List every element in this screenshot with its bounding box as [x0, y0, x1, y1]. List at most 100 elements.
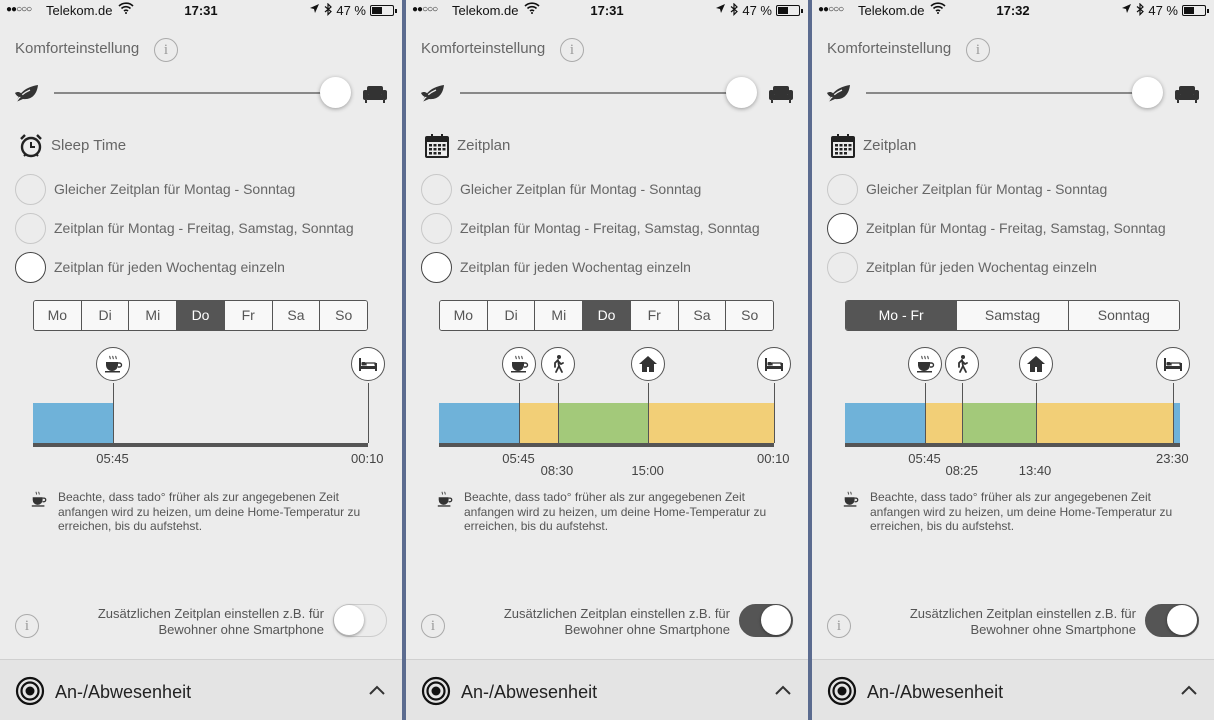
radio-button[interactable] [827, 252, 858, 283]
comfort-slider-thumb[interactable] [320, 77, 351, 108]
bluetooth-icon [730, 2, 738, 19]
schedule-option-label: Gleicher Zeitplan für Montag - Sonntag [460, 181, 702, 197]
schedule-option[interactable]: Zeitplan für jeden Wochentag einzeln [15, 252, 395, 284]
timeline-baseline [439, 443, 774, 447]
day-selector[interactable]: Mo Di Mi Do Fr Sa So [33, 300, 368, 331]
pin-stem [962, 383, 964, 403]
additional-schedule-toggle[interactable] [739, 604, 793, 637]
schedule-timeline[interactable]: 05:45 08:30 15:00 00:10 [439, 347, 791, 478]
battery-percent: 47 % [1148, 3, 1178, 18]
comfort-slider-track[interactable] [54, 92, 344, 94]
radio-button[interactable] [15, 174, 46, 205]
schedule-option[interactable]: Gleicher Zeitplan für Montag - Sonntag [421, 174, 801, 206]
timeline-pin[interactable] [1018, 347, 1053, 381]
timeline-pin[interactable] [351, 347, 385, 381]
timeline-time-label: 05:45 [502, 451, 535, 466]
timeline-segment-evening [1035, 403, 1173, 443]
comfort-setting-label: Komforteinstellung [421, 40, 546, 57]
radio-button[interactable] [421, 213, 452, 244]
timeline-pin[interactable] [945, 347, 980, 381]
day-tab[interactable]: Samstag [957, 301, 1069, 330]
day-selector[interactable]: Mo Di Mi Do Fr Sa So [439, 300, 774, 331]
timeline-time-label: 05:45 [908, 451, 941, 466]
timeline-pin[interactable] [96, 347, 131, 381]
day-tab[interactable]: So [320, 301, 367, 330]
timeline-time-label: 08:25 [945, 463, 979, 478]
info-icon[interactable]: i [15, 614, 39, 638]
day-tab[interactable]: Fr [224, 301, 273, 330]
day-tab[interactable]: Mo [440, 301, 488, 330]
comfort-slider-thumb[interactable] [1132, 77, 1163, 108]
timeline-pin[interactable] [631, 347, 666, 381]
day-tab[interactable]: Do [583, 301, 631, 330]
presence-footer[interactable]: An-/Abwesenheit [406, 659, 808, 720]
alarm-clock-icon [18, 133, 44, 159]
info-icon[interactable]: i [827, 614, 851, 638]
radio-button[interactable] [421, 174, 452, 205]
schedule-option-label: Gleicher Zeitplan für Montag - Sonntag [866, 181, 1108, 197]
additional-schedule-toggle[interactable] [1145, 604, 1199, 637]
day-tab[interactable]: Sonntag [1068, 301, 1179, 330]
day-tab[interactable]: Sa [678, 301, 727, 330]
presence-target-icon [15, 676, 45, 706]
radio-button[interactable] [421, 252, 452, 283]
day-tab[interactable]: Mi [129, 301, 178, 330]
radio-button[interactable] [15, 213, 46, 244]
comfort-slider-track[interactable] [866, 92, 1156, 94]
schedule-option[interactable]: Gleicher Zeitplan für Montag - Sonntag [827, 174, 1207, 206]
day-tab[interactable]: Mo [34, 301, 82, 330]
radio-button[interactable] [15, 252, 46, 283]
calendar-icon [424, 133, 450, 159]
home-icon [1026, 356, 1045, 372]
schedule-option[interactable]: Zeitplan für Montag - Freitag, Samstag, … [421, 213, 801, 245]
additional-schedule-label: Zusätzlichen Zeitplan einstellen z.B. fü… [909, 606, 1136, 637]
coffee-cup-icon [511, 355, 529, 373]
schedule-timeline[interactable]: 05:45 00:10 [33, 347, 385, 466]
timeline-pin[interactable] [757, 347, 791, 381]
timeline-segment-sleep [439, 403, 520, 443]
schedule-option[interactable]: Zeitplan für Montag - Freitag, Samstag, … [827, 213, 1207, 245]
timeline-pin[interactable] [908, 347, 943, 381]
battery-percent: 47 % [336, 3, 366, 18]
schedule-option[interactable]: Gleicher Zeitplan für Montag - Sonntag [15, 174, 395, 206]
comfort-slider-thumb[interactable] [726, 77, 757, 108]
info-icon[interactable]: i [560, 38, 584, 62]
day-tab[interactable]: Mi [535, 301, 584, 330]
additional-schedule-toggle[interactable] [333, 604, 387, 637]
chevron-up-icon[interactable] [774, 684, 792, 696]
day-tab[interactable]: Di [487, 301, 536, 330]
chevron-up-icon[interactable] [1180, 684, 1198, 696]
radio-button[interactable] [827, 174, 858, 205]
location-arrow-icon [1121, 3, 1132, 17]
day-tab[interactable]: Fr [630, 301, 679, 330]
presence-footer[interactable]: An-/Abwesenheit [0, 659, 402, 720]
day-tab[interactable]: Do [177, 301, 225, 330]
day-tab[interactable]: So [726, 301, 773, 330]
timeline-pin[interactable] [502, 347, 537, 381]
location-arrow-icon [715, 3, 726, 17]
presence-target-icon [421, 676, 451, 706]
heating-note: Beachte, dass tado° früher als zur angeg… [870, 490, 1173, 533]
day-tab[interactable]: Sa [272, 301, 321, 330]
info-icon[interactable]: i [154, 38, 178, 62]
day-selector[interactable]: Mo - Fr Samstag Sonntag [845, 300, 1180, 331]
timeline-marker-line [648, 403, 650, 443]
schedule-option[interactable]: Zeitplan für Montag - Freitag, Samstag, … [15, 213, 395, 245]
day-tab[interactable]: Mo - Fr [846, 301, 958, 330]
schedule-option[interactable]: Zeitplan für jeden Wochentag einzeln [827, 252, 1207, 284]
radio-button[interactable] [827, 213, 858, 244]
chevron-up-icon[interactable] [368, 684, 386, 696]
day-tab[interactable]: Di [81, 301, 130, 330]
heating-note: Beachte, dass tado° früher als zur angeg… [464, 490, 767, 533]
timeline-pin[interactable] [1156, 347, 1191, 381]
coffee-cup-icon [437, 491, 453, 507]
timeline-time-label: 00:10 [351, 451, 384, 466]
info-icon[interactable]: i [421, 614, 445, 638]
presence-footer[interactable]: An-/Abwesenheit [812, 659, 1214, 720]
schedule-option[interactable]: Zeitplan für jeden Wochentag einzeln [421, 252, 801, 284]
info-icon[interactable]: i [966, 38, 990, 62]
comfort-slider-track[interactable] [460, 92, 750, 94]
schedule-timeline[interactable]: 05:45 08:25 13:40 23:30 [845, 347, 1191, 478]
timeline-pin[interactable] [540, 347, 575, 381]
timeline-segment-morning [519, 403, 558, 443]
